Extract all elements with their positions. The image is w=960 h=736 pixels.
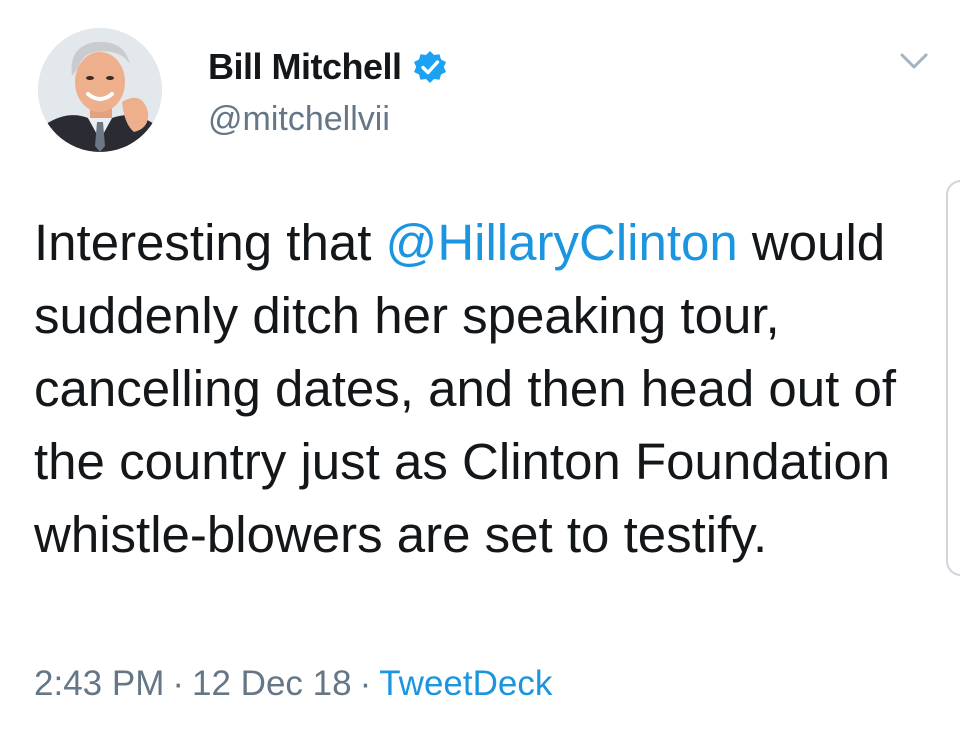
user-handle[interactable]: @mitchellvii	[208, 100, 390, 139]
tweet-text: Interesting that @HillaryClinton would s…	[34, 206, 914, 571]
verified-badge-icon	[412, 49, 448, 85]
user-name-row[interactable]: Bill Mitchell	[208, 44, 448, 90]
tweet-metadata: 2:43 PM · 12 Dec 18 · TweetDeck	[34, 664, 552, 704]
tweet-time[interactable]: 2:43 PM	[34, 664, 164, 703]
meta-separator: ·	[172, 664, 185, 703]
tweet-source-link[interactable]: TweetDeck	[379, 664, 552, 703]
mention-link[interactable]: @HillaryClinton	[386, 214, 738, 271]
avatar-photo	[38, 28, 162, 152]
avatar[interactable]	[38, 28, 162, 152]
display-name[interactable]: Bill Mitchell	[208, 46, 402, 88]
tweet-text-before: Interesting that	[34, 214, 386, 271]
scrollbar[interactable]	[946, 180, 960, 576]
tweet-date[interactable]: 12 Dec 18	[192, 664, 352, 703]
meta-separator: ·	[359, 664, 372, 703]
chevron-down-icon[interactable]	[896, 46, 932, 76]
